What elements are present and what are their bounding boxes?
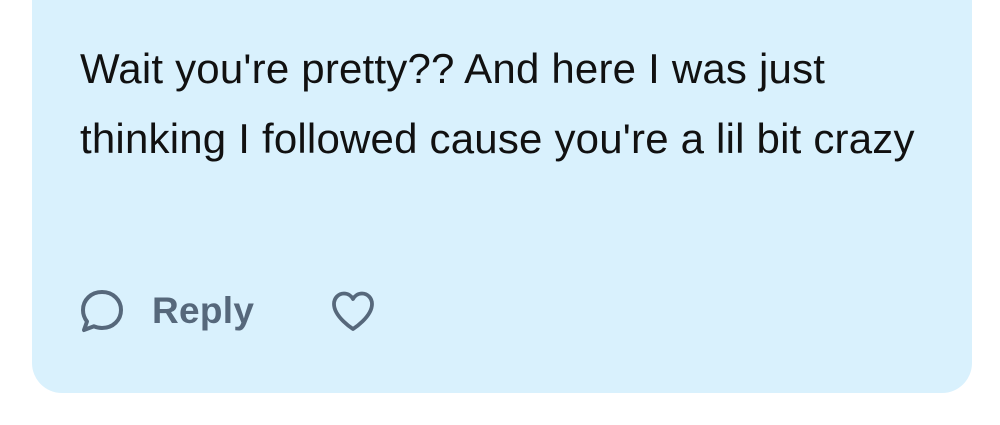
like-button[interactable]: [330, 290, 376, 332]
comment-text: Wait you're pretty?? And here I was just…: [80, 45, 915, 162]
speech-bubble-icon: [78, 287, 126, 335]
reply-button[interactable]: Reply: [78, 287, 254, 335]
comment-card: Wait you're pretty?? And here I was just…: [32, 0, 972, 393]
heart-icon: [330, 290, 376, 332]
comment-actions: Reply: [78, 286, 376, 336]
reply-label: Reply: [152, 290, 255, 331]
